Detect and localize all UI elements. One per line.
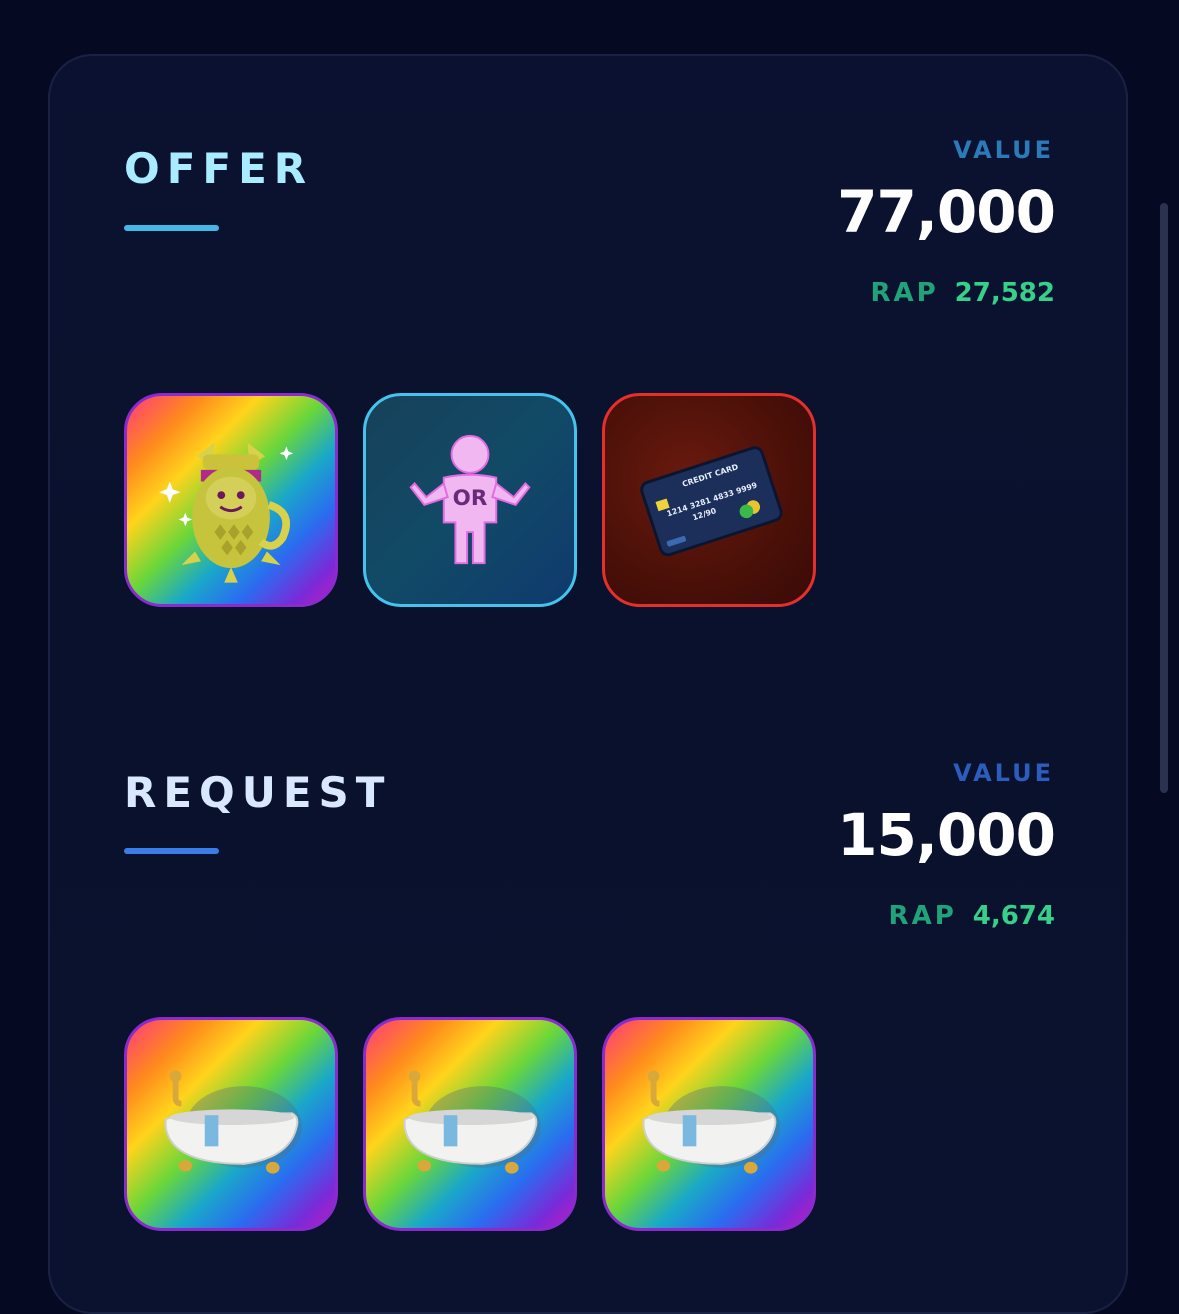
offer-value: 77,000 bbox=[837, 178, 1056, 246]
request-item-2[interactable] bbox=[363, 1017, 577, 1231]
credit-card-icon: CREDIT CARD 1214 3281 4833 9999 12/90 bbox=[640, 446, 783, 557]
request-rap-value: 4,674 bbox=[972, 901, 1055, 931]
or-person-icon: OR bbox=[409, 434, 531, 565]
request-rap: RAP 4,674 bbox=[889, 901, 1055, 931]
request-value-label: VALUE bbox=[953, 759, 1054, 787]
offer-item-3[interactable]: CREDIT CARD 1214 3281 4833 9999 12/90 bbox=[602, 393, 816, 607]
request-rap-label: RAP bbox=[888, 901, 957, 931]
offer-item-1[interactable] bbox=[124, 393, 338, 607]
or-text: OR bbox=[453, 486, 488, 511]
offer-underline bbox=[124, 225, 219, 231]
scrollbar[interactable] bbox=[1160, 203, 1168, 793]
spiky-pineapple-item-icon bbox=[159, 442, 294, 583]
bathtub-icon bbox=[642, 1070, 780, 1174]
bathtub-icon bbox=[164, 1070, 302, 1174]
request-item-1[interactable] bbox=[124, 1017, 338, 1231]
offer-rap-label: RAP bbox=[870, 278, 939, 308]
offer-rap: RAP 27,582 bbox=[870, 278, 1055, 308]
offer-rap-value: 27,582 bbox=[954, 278, 1055, 308]
offer-item-2[interactable]: OR bbox=[363, 393, 577, 607]
request-value: 15,000 bbox=[837, 801, 1056, 869]
request-title: REQUEST bbox=[124, 768, 392, 817]
offer-value-label: VALUE bbox=[953, 136, 1054, 164]
bathtub-icon bbox=[403, 1070, 541, 1174]
offer-title: OFFER bbox=[124, 144, 314, 193]
request-item-3[interactable] bbox=[602, 1017, 816, 1231]
request-underline bbox=[124, 848, 219, 854]
